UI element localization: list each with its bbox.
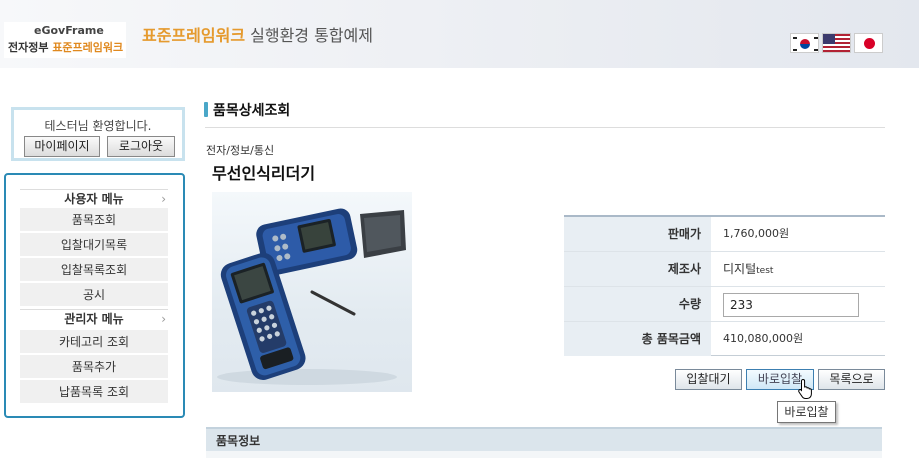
app-title: 표준프레임워크 실행환경 통합예제: [142, 26, 373, 45]
rfid-reader-image: [217, 208, 406, 385]
welcome-box: 테스터님 환영합니다. 마이페이지 로그아웃: [11, 107, 185, 161]
price-value: 1,760,000원: [723, 227, 790, 240]
user-menu-header[interactable]: 사용자 메뉴 ›: [20, 189, 168, 207]
product-info-section: 품목정보: [206, 427, 882, 451]
total-label: 총 품목금액: [564, 322, 711, 356]
quantity-input[interactable]: [723, 293, 859, 317]
sidebar-item-category[interactable]: 카테고리 조회: [20, 330, 168, 354]
total-row: 총 품목금액 410,080,000원: [564, 322, 885, 357]
product-image: [212, 192, 412, 392]
product-details-table: 판매가 1,760,000원 제조사 디지털test 수량 총 품목금액 410…: [564, 215, 885, 356]
sidebar-item-notice[interactable]: 공시: [20, 283, 168, 307]
sidebar-menu: 사용자 메뉴 › 품목조회 입찰대기목록 입찰목록조회 공시 관리자 메뉴 › …: [4, 173, 185, 418]
egovframe-logo[interactable]: eGovFrame 전자정부 표준프레임워크: [4, 22, 126, 58]
us-flag-icon[interactable]: [822, 33, 851, 53]
sidebar-item-bid-wait-list[interactable]: 입찰대기목록: [20, 233, 168, 257]
app-window: eGovFrame 전자정부 표준프레임워크 표준프레임워크 실행환경 통합예제…: [0, 0, 919, 458]
maker-label: 제조사: [564, 252, 711, 286]
mypage-button[interactable]: 마이페이지: [24, 136, 100, 157]
welcome-message: 테스터님 환영합니다.: [44, 119, 152, 133]
logo-subtitle: 전자정부 표준프레임워크: [8, 41, 124, 54]
page-title: 품목상세조회: [204, 100, 290, 120]
sidebar-item-bid-list[interactable]: 입찰목록조회: [20, 258, 168, 282]
sidebar-item-delivery-list[interactable]: 납품목록 조회: [20, 380, 168, 404]
bid-wait-button[interactable]: 입찰대기: [675, 369, 742, 390]
chevron-right-icon: ›: [161, 312, 166, 326]
title-divider: [205, 127, 885, 128]
bid-now-tooltip: 바로입찰: [777, 401, 836, 423]
price-label: 판매가: [564, 217, 711, 251]
product-name: 무선인식리더기: [212, 164, 316, 183]
user-menu-title: 사용자 메뉴: [64, 192, 124, 206]
sidebar-item-product-search[interactable]: 품목조회: [20, 208, 168, 232]
language-selector: [790, 33, 883, 53]
sidebar-item-add-product[interactable]: 품목추가: [20, 355, 168, 379]
breadcrumb: 전자/정보/통신: [206, 144, 275, 157]
admin-menu-header[interactable]: 관리자 메뉴 ›: [20, 309, 168, 327]
total-value: 410,080,000원: [723, 332, 804, 345]
section-body: [206, 451, 882, 458]
header: eGovFrame 전자정부 표준프레임워크 표준프레임워크 실행환경 통합예제: [0, 0, 919, 68]
maker-row: 제조사 디지털test: [564, 252, 885, 287]
section-title: 품목정보: [216, 434, 261, 448]
hand-pointer-icon: [798, 378, 812, 399]
japan-flag-icon[interactable]: [854, 33, 883, 53]
maker-value: 디지털test: [723, 262, 774, 276]
price-row: 판매가 1,760,000원: [564, 217, 885, 252]
korean-flag-icon[interactable]: [790, 33, 819, 53]
logo-wordmark: eGovFrame: [34, 24, 104, 37]
quantity-label: 수량: [564, 287, 711, 321]
chevron-right-icon: ›: [161, 192, 166, 206]
admin-menu-title: 관리자 메뉴: [64, 312, 124, 326]
logout-button[interactable]: 로그아웃: [107, 136, 175, 157]
back-to-list-button[interactable]: 목록으로: [818, 369, 885, 390]
